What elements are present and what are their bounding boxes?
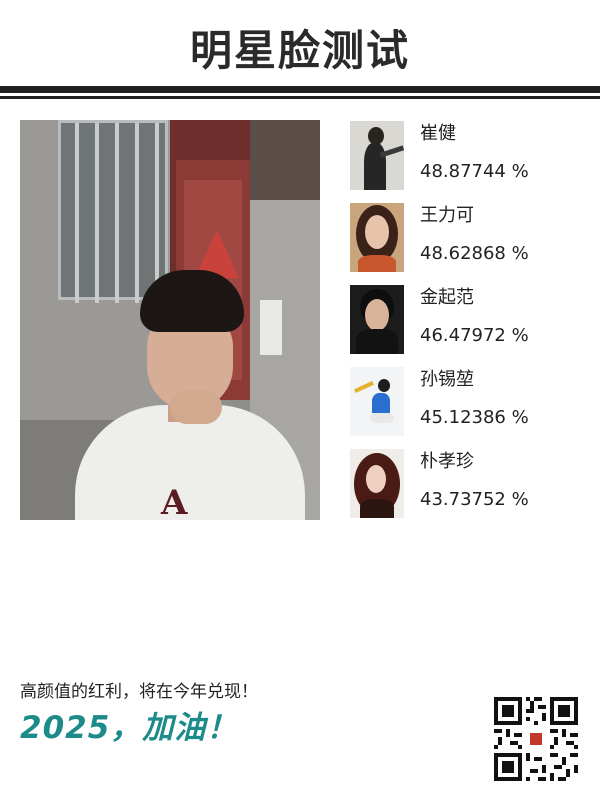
match-name: 孙锡堃 <box>420 369 474 390</box>
match-item: 崔健 48.87744 % <box>350 121 580 203</box>
cheer-text: 2025，加油！ <box>20 710 239 746</box>
celebrity-photo <box>350 449 404 518</box>
celebrity-photo <box>350 121 404 190</box>
match-name: 崔健 <box>420 123 456 144</box>
celebrity-photo <box>350 285 404 354</box>
title-divider-thick <box>0 86 600 93</box>
celebrity-match-list: 崔健 48.87744 % 王力可 48.62868 % 金起范 46.4797… <box>350 121 580 531</box>
match-item: 朴孝珍 43.73752 % <box>350 449 580 531</box>
result-page: 明星脸测试 A 崔健 48.87744 % 王力可 48.62868 % 金起范… <box>0 0 600 800</box>
user-photo: A <box>20 120 320 520</box>
match-name: 金起范 <box>420 287 474 308</box>
qr-code[interactable] <box>494 697 578 781</box>
match-item: 王力可 48.62868 % <box>350 203 580 285</box>
match-score: 48.87744 % <box>420 161 529 182</box>
page-title: 明星脸测试 <box>189 26 410 75</box>
celebrity-photo <box>350 367 404 436</box>
match-score: 46.47972 % <box>420 325 529 346</box>
slogan-text: 高颜值的红利，将在今年兑现！ <box>20 682 258 702</box>
match-score: 43.73752 % <box>420 489 529 510</box>
match-name: 王力可 <box>420 205 474 226</box>
match-name: 朴孝珍 <box>420 451 474 472</box>
match-score: 48.62868 % <box>420 243 529 264</box>
title-divider-thin <box>0 96 600 99</box>
match-item: 金起范 46.47972 % <box>350 285 580 367</box>
celebrity-photo <box>350 203 404 272</box>
match-item: 孙锡堃 45.12386 % <box>350 367 580 449</box>
match-score: 45.12386 % <box>420 407 529 428</box>
